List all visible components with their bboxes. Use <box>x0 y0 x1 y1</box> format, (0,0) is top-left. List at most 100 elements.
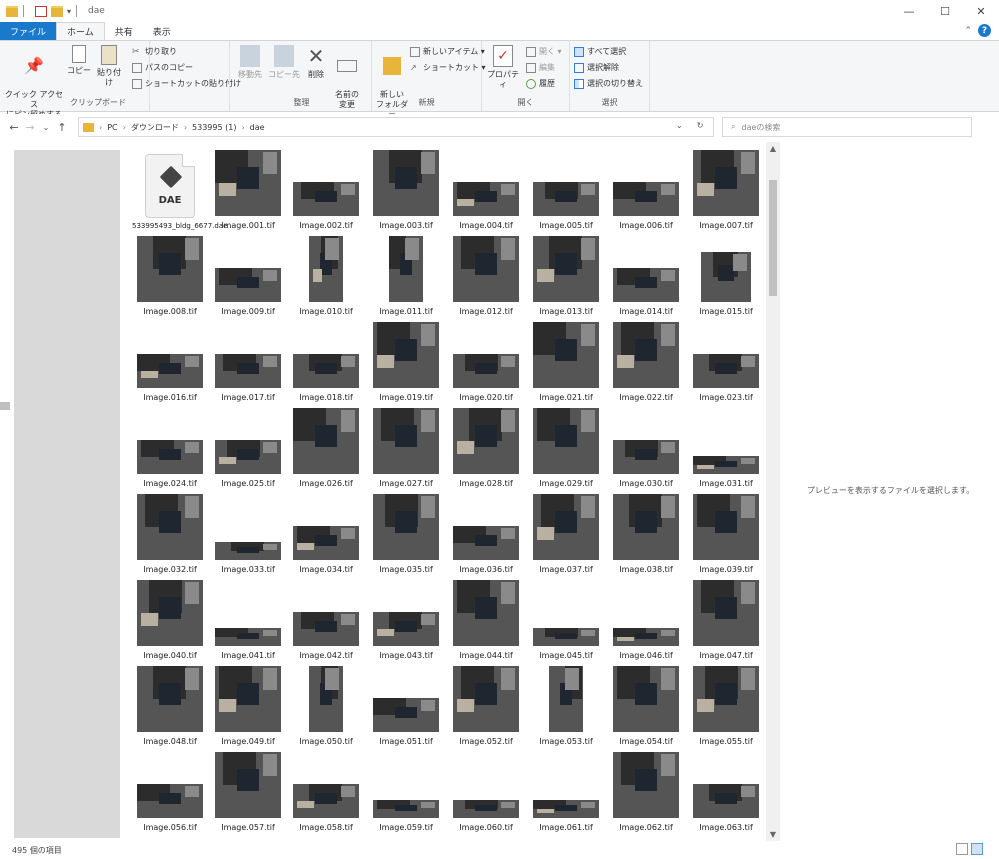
file-item[interactable]: Image.053.tif <box>528 664 604 750</box>
help-icon[interactable]: ? <box>978 24 991 37</box>
tab-view[interactable]: 表示 <box>143 22 181 40</box>
tab-home[interactable]: ホーム <box>56 22 105 40</box>
properties-check-icon[interactable] <box>35 5 47 17</box>
edit-button[interactable]: 編集 <box>526 62 555 73</box>
file-item[interactable]: Image.052.tif <box>448 664 524 750</box>
file-item[interactable]: Image.024.tif <box>132 406 208 492</box>
properties-button[interactable]: ✓ プロパティ <box>486 45 520 90</box>
file-item[interactable]: Image.037.tif <box>528 492 604 578</box>
file-item[interactable]: Image.002.tif <box>288 148 364 234</box>
file-item[interactable]: Image.054.tif <box>608 664 684 750</box>
file-item[interactable]: Image.017.tif <box>210 320 286 406</box>
file-item[interactable]: Image.010.tif <box>288 234 364 320</box>
vertical-scrollbar[interactable]: ▲ ▼ <box>766 142 780 842</box>
file-item[interactable]: Image.045.tif <box>528 578 604 664</box>
file-item[interactable]: Image.023.tif <box>688 320 764 406</box>
copy-button[interactable]: コピー <box>66 45 92 76</box>
file-item[interactable]: Image.046.tif <box>608 578 684 664</box>
file-item[interactable]: Image.020.tif <box>448 320 524 406</box>
file-item[interactable]: Image.049.tif <box>210 664 286 750</box>
file-item[interactable]: Image.060.tif <box>448 750 524 836</box>
file-item-dae[interactable]: DAE 533995493_bldg_6677.dae <box>132 148 227 234</box>
quick-access-dropdown-icon[interactable]: ▾ <box>67 7 71 16</box>
file-item[interactable]: Image.001.tif <box>210 148 286 234</box>
scroll-down-icon[interactable]: ▼ <box>766 828 780 842</box>
file-item[interactable]: Image.050.tif <box>288 664 364 750</box>
file-item[interactable]: Image.008.tif <box>132 234 208 320</box>
file-item[interactable]: Image.011.tif <box>368 234 444 320</box>
breadcrumb-downloads[interactable]: ダウンロード <box>131 122 179 133</box>
back-arrow-icon[interactable]: ← <box>6 121 22 134</box>
file-item[interactable]: Image.047.tif <box>688 578 764 664</box>
open-button[interactable]: 開く ▾ <box>526 46 562 57</box>
expand-ribbon-icon[interactable]: ⌃ <box>964 26 972 36</box>
up-arrow-icon[interactable]: ↑ <box>54 121 70 134</box>
history-button[interactable]: 履歴 <box>526 78 555 89</box>
delete-button[interactable]: ✕ 削除 <box>304 45 328 80</box>
file-item[interactable]: Image.014.tif <box>608 234 684 320</box>
file-item[interactable]: Image.013.tif <box>528 234 604 320</box>
file-item[interactable]: Image.006.tif <box>608 148 684 234</box>
file-item[interactable]: Image.027.tif <box>368 406 444 492</box>
details-view-icon[interactable] <box>956 843 968 855</box>
breadcrumb[interactable]: › PC › ダウンロード › 533995 (1) › dae <box>78 117 714 137</box>
breadcrumb-dae[interactable]: dae <box>250 123 265 132</box>
move-to-button[interactable]: 移動先 <box>234 45 266 80</box>
file-item[interactable]: Image.048.tif <box>132 664 208 750</box>
file-item[interactable]: Image.015.tif <box>688 234 764 320</box>
forward-arrow-icon[interactable]: → <box>22 121 38 134</box>
new-folder-icon[interactable] <box>51 5 63 17</box>
new-item-button[interactable]: 新しいアイテム ▾ <box>410 46 485 57</box>
file-item[interactable]: Image.012.tif <box>448 234 524 320</box>
file-item[interactable]: Image.032.tif <box>132 492 208 578</box>
file-item[interactable]: Image.031.tif <box>688 406 764 492</box>
easy-access-button[interactable]: ↗ ショートカット ▾ <box>410 62 486 73</box>
breadcrumb-pc[interactable]: PC <box>107 123 117 132</box>
tab-share[interactable]: 共有 <box>105 22 143 40</box>
file-item[interactable]: Image.057.tif <box>210 750 286 836</box>
large-icons-view-icon[interactable] <box>971 843 983 855</box>
scroll-thumb[interactable] <box>769 180 777 296</box>
maximize-button[interactable]: ☐ <box>927 0 963 22</box>
file-item[interactable]: Image.055.tif <box>688 664 764 750</box>
file-item[interactable]: Image.003.tif <box>368 148 444 234</box>
file-item[interactable]: Image.018.tif <box>288 320 364 406</box>
file-item[interactable]: Image.019.tif <box>368 320 444 406</box>
file-item[interactable]: Image.043.tif <box>368 578 444 664</box>
file-item[interactable]: Image.044.tif <box>448 578 524 664</box>
file-item[interactable]: Image.040.tif <box>132 578 208 664</box>
file-item[interactable]: Image.016.tif <box>132 320 208 406</box>
file-item[interactable]: Image.021.tif <box>528 320 604 406</box>
recent-dropdown-icon[interactable]: ⌄ <box>38 123 54 132</box>
file-item[interactable]: Image.061.tif <box>528 750 604 836</box>
file-item[interactable]: Image.056.tif <box>132 750 208 836</box>
file-item[interactable]: Image.009.tif <box>210 234 286 320</box>
scroll-up-icon[interactable]: ▲ <box>766 142 780 156</box>
pin-quick-access-button[interactable]: 📌 クイック アクセス にピン留めする <box>4 45 64 120</box>
invert-selection-button[interactable]: 選択の切り替え <box>574 78 643 89</box>
file-item[interactable]: Image.033.tif <box>210 492 286 578</box>
file-item[interactable]: Image.058.tif <box>288 750 364 836</box>
paste-button[interactable]: 貼り付け <box>94 45 124 88</box>
file-item[interactable]: Image.004.tif <box>448 148 524 234</box>
file-item[interactable]: Image.038.tif <box>608 492 684 578</box>
file-item[interactable]: Image.022.tif <box>608 320 684 406</box>
close-button[interactable]: ✕ <box>963 0 999 22</box>
file-item[interactable]: Image.063.tif <box>688 750 764 836</box>
address-dropdown-icon[interactable]: ⌄ <box>676 121 683 130</box>
tab-file[interactable]: ファイル <box>0 22 57 40</box>
copy-to-button[interactable]: コピー先 <box>268 45 300 80</box>
file-item[interactable]: Image.036.tif <box>448 492 524 578</box>
select-none-button[interactable]: 選択解除 <box>574 62 619 73</box>
search-input[interactable]: ⌕ daeの検索 <box>722 117 972 137</box>
file-item[interactable]: Image.007.tif <box>688 148 764 234</box>
file-item[interactable]: Image.039.tif <box>688 492 764 578</box>
file-item[interactable]: Image.005.tif <box>528 148 604 234</box>
file-item[interactable]: Image.028.tif <box>448 406 524 492</box>
file-item[interactable]: Image.026.tif <box>288 406 364 492</box>
pane-resize-handle[interactable] <box>0 402 10 410</box>
refresh-icon[interactable]: ↻ <box>697 121 704 130</box>
file-item[interactable]: Image.062.tif <box>608 750 684 836</box>
navigation-pane[interactable] <box>14 150 120 838</box>
file-item[interactable]: Image.025.tif <box>210 406 286 492</box>
